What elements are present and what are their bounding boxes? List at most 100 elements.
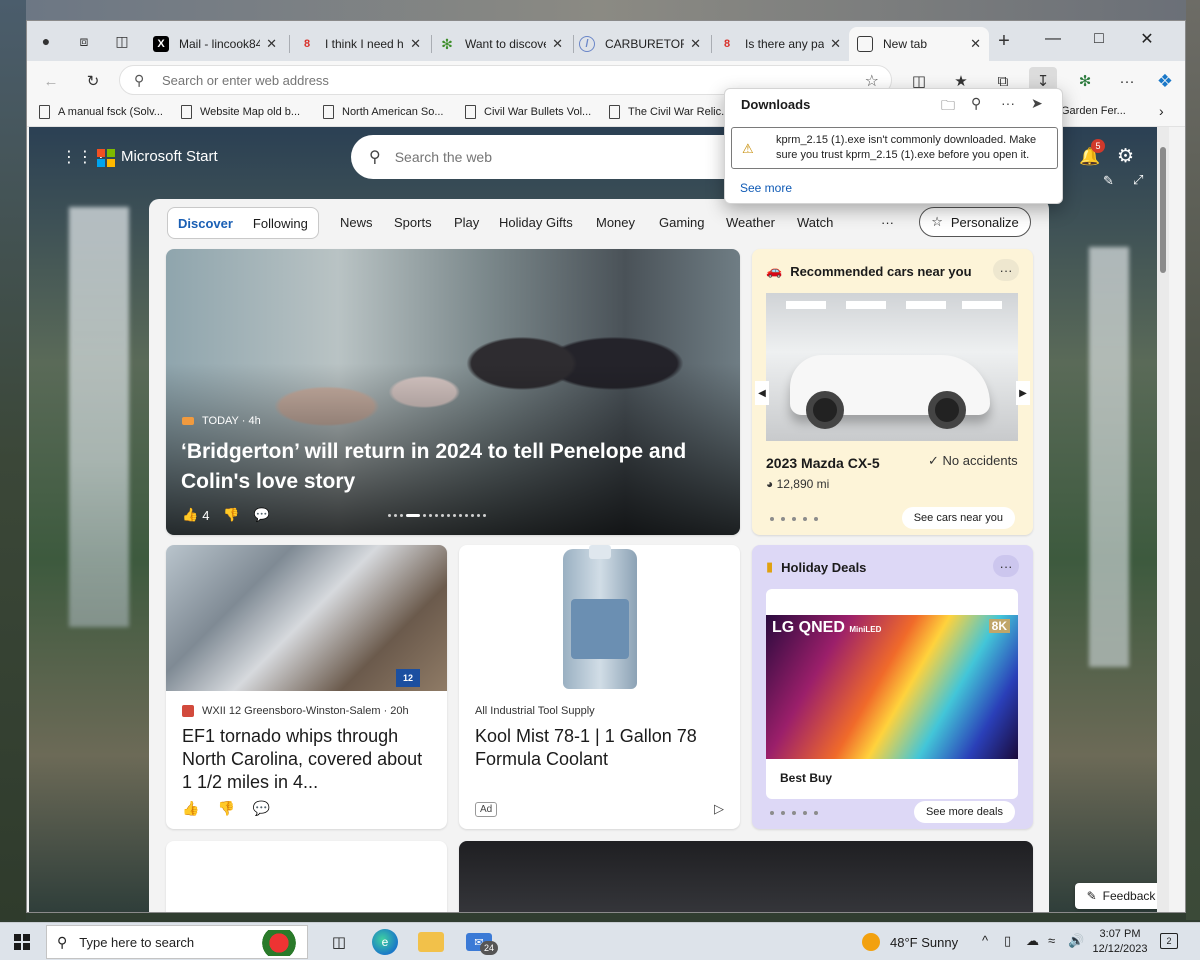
article-headline[interactable]: EF1 tornado whips through North Carolina… — [182, 725, 432, 794]
like-icon[interactable]: 👍 — [182, 507, 198, 523]
tab-part[interactable]: 8 Is there any part ✕ — [711, 27, 849, 61]
extensions-icon[interactable]: ✻ — [1071, 67, 1099, 95]
nav-money[interactable]: Money — [596, 215, 635, 230]
dislike-icon[interactable]: 👎 — [223, 507, 239, 523]
tab-new-tab[interactable]: New tab ✕ — [849, 27, 989, 61]
more-options-icon[interactable]: ··· — [993, 555, 1019, 577]
see-more-link[interactable]: See more — [740, 181, 792, 195]
search-icon[interactable]: ⚲ — [971, 95, 981, 112]
tray-chevron-icon[interactable]: ^ — [982, 933, 988, 948]
edge-icon[interactable]: e — [372, 929, 398, 955]
car-model[interactable]: 2023 Mazda CX-5 — [766, 455, 880, 471]
pin-icon[interactable]: ➤ — [1031, 95, 1043, 112]
download-warning[interactable]: ⚠ kprm_2.15 (1).exe isn't commonly downl… — [731, 127, 1058, 169]
address-input[interactable] — [162, 72, 802, 88]
coolant-ad-card[interactable]: All Industrial Tool Supply Kool Mist 78-… — [459, 545, 740, 829]
nav-weather[interactable]: Weather — [726, 215, 775, 230]
close-window-button[interactable]: ✕ — [1125, 25, 1169, 53]
holiday-deals-card[interactable]: ▮ Holiday Deals ··· LG QNED MiniLED 8K B… — [752, 545, 1033, 829]
more-options-icon[interactable]: ··· — [1001, 95, 1015, 111]
carousel-dots[interactable] — [770, 811, 825, 815]
cars-card[interactable]: 🚗 Recommended cars near you ··· ◀ ▶ 2023… — [752, 249, 1033, 535]
bookmark-item[interactable]: Website Map old b... — [181, 105, 300, 119]
tab-following[interactable]: Following — [243, 216, 318, 231]
bookmark-item[interactable]: A manual fsck (Solv... — [39, 105, 163, 119]
bookmark-item[interactable]: Civil War Bullets Vol... — [465, 105, 591, 119]
carousel-dots[interactable] — [770, 517, 825, 521]
personalize-button[interactable]: ☆ Personalize — [919, 207, 1031, 237]
bookmark-item[interactable]: Garden Fer... — [1061, 105, 1126, 117]
close-icon[interactable]: ✕ — [690, 36, 701, 52]
see-more-deals-button[interactable]: See more deals — [913, 801, 1015, 823]
file-explorer-icon[interactable] — [418, 932, 444, 952]
volume-icon[interactable]: 🔊 — [1068, 933, 1084, 949]
carousel-dots[interactable] — [388, 514, 489, 517]
article-card-partial[interactable] — [459, 841, 1033, 912]
bookmark-item[interactable]: The Civil War Relic... — [609, 105, 730, 119]
wifi-icon[interactable]: ≈ — [1048, 933, 1055, 948]
minimize-button[interactable]: — — [1031, 25, 1075, 53]
hero-headline[interactable]: ‘Bridgerton’ will return in 2024 to tell… — [181, 437, 721, 497]
clock[interactable]: 3:07 PM 12/12/2023 — [1090, 927, 1150, 957]
start-brand[interactable]: Microsoft Start — [121, 148, 218, 165]
tray-app-icon[interactable]: ▯ — [1004, 933, 1011, 949]
refresh-icon[interactable]: ↻ — [79, 67, 107, 95]
profile-icon[interactable]: ● — [35, 30, 57, 52]
close-icon[interactable]: ✕ — [830, 36, 841, 52]
task-view-icon[interactable]: ◫ — [326, 929, 352, 955]
tab-mail[interactable]: X Mail - lincook84 ✕ — [145, 27, 285, 61]
bookmarks-chevron-icon[interactable]: › — [1159, 103, 1164, 119]
back-icon[interactable]: ← — [37, 67, 65, 95]
nav-gaming[interactable]: Gaming — [659, 215, 705, 230]
tab-discover[interactable]: ✻ Want to discover ✕ — [431, 27, 571, 61]
edit-icon[interactable]: ✎ — [1103, 173, 1114, 189]
hero-article-card[interactable]: TODAY · 4h ‘Bridgerton’ will return in 2… — [166, 249, 740, 535]
tab-actions-icon[interactable]: ◫ — [111, 30, 133, 52]
gear-icon[interactable]: ⚙ — [1117, 145, 1134, 168]
bookmark-item[interactable]: North American So... — [323, 105, 444, 119]
like-icon[interactable]: 👍 — [182, 800, 199, 817]
previous-arrow-icon[interactable]: ◀ — [755, 381, 769, 405]
web-search-input[interactable] — [394, 149, 695, 165]
folder-icon[interactable]: 🗀 — [941, 95, 955, 119]
nav-play[interactable]: Play — [454, 215, 479, 230]
onedrive-icon[interactable]: ☁ — [1026, 933, 1039, 949]
page-scrollbar[interactable] — [1157, 127, 1169, 912]
maximize-button[interactable]: □ — [1077, 25, 1121, 53]
nav-more-icon[interactable]: ··· — [881, 215, 894, 230]
tornado-article-card[interactable]: 12 WXII 12 Greensboro-Winston-Salem · 20… — [166, 545, 447, 829]
more-options-icon[interactable]: ··· — [993, 259, 1019, 281]
ad-choices-icon[interactable]: ▷ — [714, 801, 724, 817]
taskbar-search[interactable]: ⚲ Type here to search — [46, 925, 308, 959]
nav-holiday-gifts[interactable]: Holiday Gifts — [499, 215, 573, 230]
workspaces-icon[interactable]: ⧈ — [73, 30, 95, 52]
weather-widget[interactable]: 48°F Sunny — [862, 933, 958, 951]
comment-icon[interactable]: 💬 — [253, 800, 270, 817]
article-card-partial[interactable] — [166, 841, 447, 912]
expand-icon[interactable]: ⤢ — [1133, 172, 1143, 188]
close-icon[interactable]: ✕ — [970, 36, 981, 52]
more-menu-icon[interactable]: ··· — [1113, 67, 1141, 95]
close-icon[interactable]: ✕ — [410, 36, 421, 52]
notification-center-icon[interactable]: 2 — [1160, 933, 1178, 949]
next-arrow-icon[interactable]: ▶ — [1016, 381, 1030, 405]
tab-discover[interactable]: Discover — [168, 216, 243, 231]
new-tab-plus-icon[interactable]: + — [993, 30, 1015, 52]
dislike-icon[interactable]: 👎 — [217, 800, 234, 817]
close-icon[interactable]: ✕ — [552, 36, 563, 52]
nav-watch[interactable]: Watch — [797, 215, 833, 230]
windows-start-icon[interactable] — [14, 934, 30, 950]
close-icon[interactable]: ✕ — [266, 36, 277, 52]
comment-icon[interactable]: 💬 — [254, 507, 270, 523]
copilot-icon[interactable]: ❖ — [1151, 67, 1179, 95]
deal-item[interactable]: LG QNED MiniLED 8K Best Buy — [766, 589, 1018, 799]
feedback-button[interactable]: ✎ Feedback — [1075, 883, 1167, 909]
nav-sports[interactable]: Sports — [394, 215, 432, 230]
nav-news[interactable]: News — [340, 215, 373, 230]
see-cars-button[interactable]: See cars near you — [901, 507, 1015, 529]
web-search-box[interactable]: ⚲ — [351, 135, 751, 179]
tab-help[interactable]: 8 I think I need help ✕ — [291, 27, 429, 61]
tab-carburetor[interactable]: / CARBURETOR - ✕ — [571, 27, 709, 61]
ad-headline[interactable]: Kool Mist 78-1 | 1 Gallon 78 Formula Coo… — [475, 725, 725, 771]
app-launcher-icon[interactable]: ⋮⋮⋮ — [61, 149, 109, 167]
